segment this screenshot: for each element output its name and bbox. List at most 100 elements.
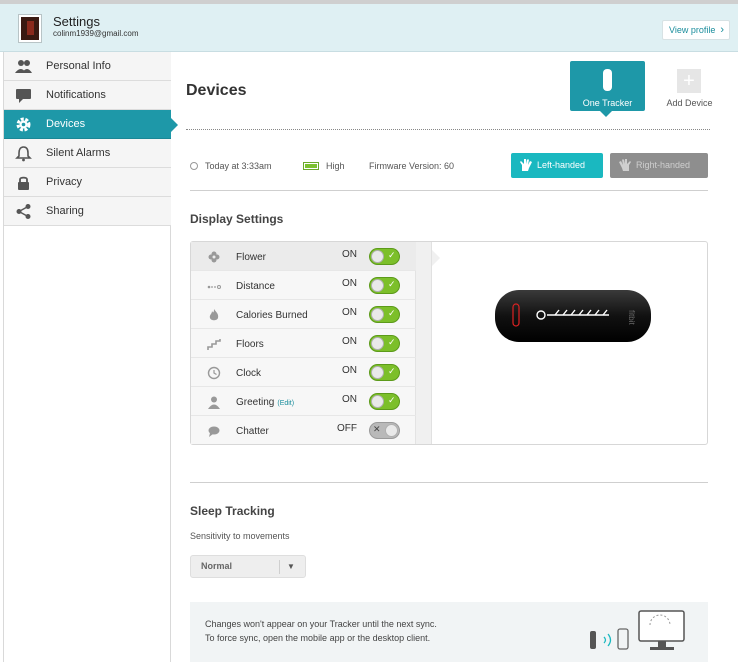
add-device-button[interactable]: + Add Device (662, 69, 717, 109)
display-row-state: ON (342, 307, 357, 318)
greeting-edit-link[interactable]: (Edit) (277, 400, 294, 407)
floors-toggle[interactable]: ✓ (369, 335, 400, 352)
sidebar-item-label: Personal Info (46, 60, 111, 72)
sidebar-item-label: Privacy (46, 176, 83, 188)
check-icon: ✓ (388, 279, 396, 289)
sync-notice-line-1: Changes won't appear on your Tracker unt… (205, 619, 437, 629)
battery-level: High (326, 161, 345, 171)
sync-notice-line-2: To force sync, open the mobile app or th… (205, 633, 431, 643)
check-icon: ✓ (388, 366, 396, 376)
display-row-distance[interactable]: Distance ON ✓ (191, 271, 416, 300)
clock-toggle[interactable]: ✓ (369, 364, 400, 381)
hand-icon (520, 159, 532, 171)
avatar[interactable] (19, 15, 41, 42)
display-row-state: ON (342, 336, 357, 347)
display-row-flower[interactable]: Flower ON ✓ (191, 242, 416, 271)
sidebar-item-label: Notifications (46, 89, 106, 101)
sidebar-item-personal-info[interactable]: Personal Info (4, 52, 171, 81)
display-row-state: ON (342, 394, 357, 405)
left-handed-label: Left-handed (537, 160, 586, 170)
check-icon: ✓ (388, 250, 396, 260)
left-handed-button[interactable]: Left-handed (511, 153, 603, 178)
sleep-sensitivity-select[interactable]: Normal ▼ (190, 555, 306, 578)
display-row-state: ON (342, 365, 357, 376)
share-icon (16, 204, 31, 219)
distance-icon (207, 285, 221, 289)
check-icon: ✓ (388, 395, 396, 405)
calories-toggle[interactable]: ✓ (369, 306, 400, 323)
sidebar-item-silent-alarms[interactable]: Silent Alarms (4, 139, 171, 168)
right-handed-button[interactable]: Right-handed (610, 153, 708, 178)
toggle-knob (371, 250, 384, 263)
tracker-device-icon (603, 69, 612, 91)
display-row-floors[interactable]: Floors ON ✓ (191, 329, 416, 358)
page-header: Settings colinm1939@gmail.com View profi… (0, 4, 738, 52)
sync-notice: Changes won't appear on your Tracker unt… (190, 602, 708, 662)
display-row-state: ON (342, 278, 357, 289)
display-row-calories-burned[interactable]: Calories Burned ON ✓ (191, 300, 416, 329)
display-row-name: Floors (236, 339, 264, 350)
view-profile-label: View profile (669, 25, 716, 35)
select-divider (279, 560, 280, 574)
sidebar-item-label: Sharing (46, 205, 84, 217)
check-icon: ✓ (388, 308, 396, 318)
display-row-chatter[interactable]: Chatter OFF ✕ (191, 416, 416, 445)
check-icon: ✓ (388, 337, 396, 347)
firmware-version: Firmware Version: 60 (369, 161, 455, 171)
display-row-name: Chatter (236, 426, 269, 437)
speech-bubble-icon (208, 426, 220, 437)
one-tracker-tile[interactable]: One Tracker (570, 61, 645, 117)
battery-icon (303, 162, 319, 170)
display-row-name: Distance (236, 281, 275, 292)
clock-icon (207, 366, 221, 380)
gear-icon (16, 117, 31, 132)
chevron-down-icon: ▼ (287, 562, 295, 571)
tracker-brand-text: fitbit (627, 310, 636, 325)
user-email: colinm1939@gmail.com (53, 29, 139, 38)
display-row-clock[interactable]: Clock ON ✓ (191, 358, 416, 387)
toggle-knob (371, 395, 384, 408)
distance-toggle[interactable]: ✓ (369, 277, 400, 294)
lock-icon (18, 176, 29, 190)
sidebar-item-devices[interactable]: Devices (4, 110, 171, 139)
right-handed-label: Right-handed (636, 160, 691, 170)
display-row-name: Calories Burned (236, 310, 308, 321)
display-row-state: ON (342, 249, 357, 260)
x-icon: ✕ (373, 424, 381, 434)
toggle-knob (371, 279, 384, 292)
display-row-state: OFF (337, 423, 357, 434)
sidebar-item-sharing[interactable]: Sharing (4, 197, 171, 226)
speech-bubble-icon (16, 89, 31, 103)
display-row-greeting[interactable]: Greeting (Edit) ON ✓ (191, 387, 416, 416)
display-row-name: Greeting (Edit) (236, 397, 294, 408)
selected-row-pointer (432, 250, 440, 266)
view-profile-button[interactable]: View profile › (662, 20, 730, 40)
tile-pointer (600, 111, 612, 117)
page-title: Settings (53, 14, 100, 29)
flower-toggle[interactable]: ✓ (369, 248, 400, 265)
sidebar-item-privacy[interactable]: Privacy (4, 168, 171, 197)
sidebar-item-notifications[interactable]: Notifications (4, 81, 171, 110)
last-sync-time: Today at 3:33am (205, 161, 272, 171)
dotted-divider (186, 129, 710, 130)
section-heading-devices: Devices (186, 82, 247, 99)
chatter-toggle[interactable]: ✕ (369, 422, 400, 439)
person-icon (208, 396, 220, 409)
toggle-knob (371, 308, 384, 321)
greeting-toggle[interactable]: ✓ (369, 393, 400, 410)
tracker-preview-image: fitbit (495, 290, 651, 342)
sync-icon (190, 162, 198, 170)
add-device-label: Add Device (666, 98, 713, 108)
display-row-name: Flower (236, 252, 267, 263)
stairs-icon (207, 339, 221, 350)
sync-devices-illustration (590, 610, 685, 650)
display-settings-title: Display Settings (190, 212, 284, 226)
display-settings-box: Flower ON ✓ Distance ON ✓ Calories Burne… (190, 241, 708, 445)
tracker-tile-label: One Tracker (582, 98, 633, 108)
settings-sidebar: Personal Info Notifications Devices Sile… (3, 52, 178, 662)
section-divider (190, 190, 708, 191)
sidebar-item-label: Devices (46, 118, 86, 130)
display-row-name: Clock (236, 368, 262, 379)
sleep-sensitivity-label: Sensitivity to movements (190, 531, 290, 541)
toggle-knob (371, 366, 384, 379)
